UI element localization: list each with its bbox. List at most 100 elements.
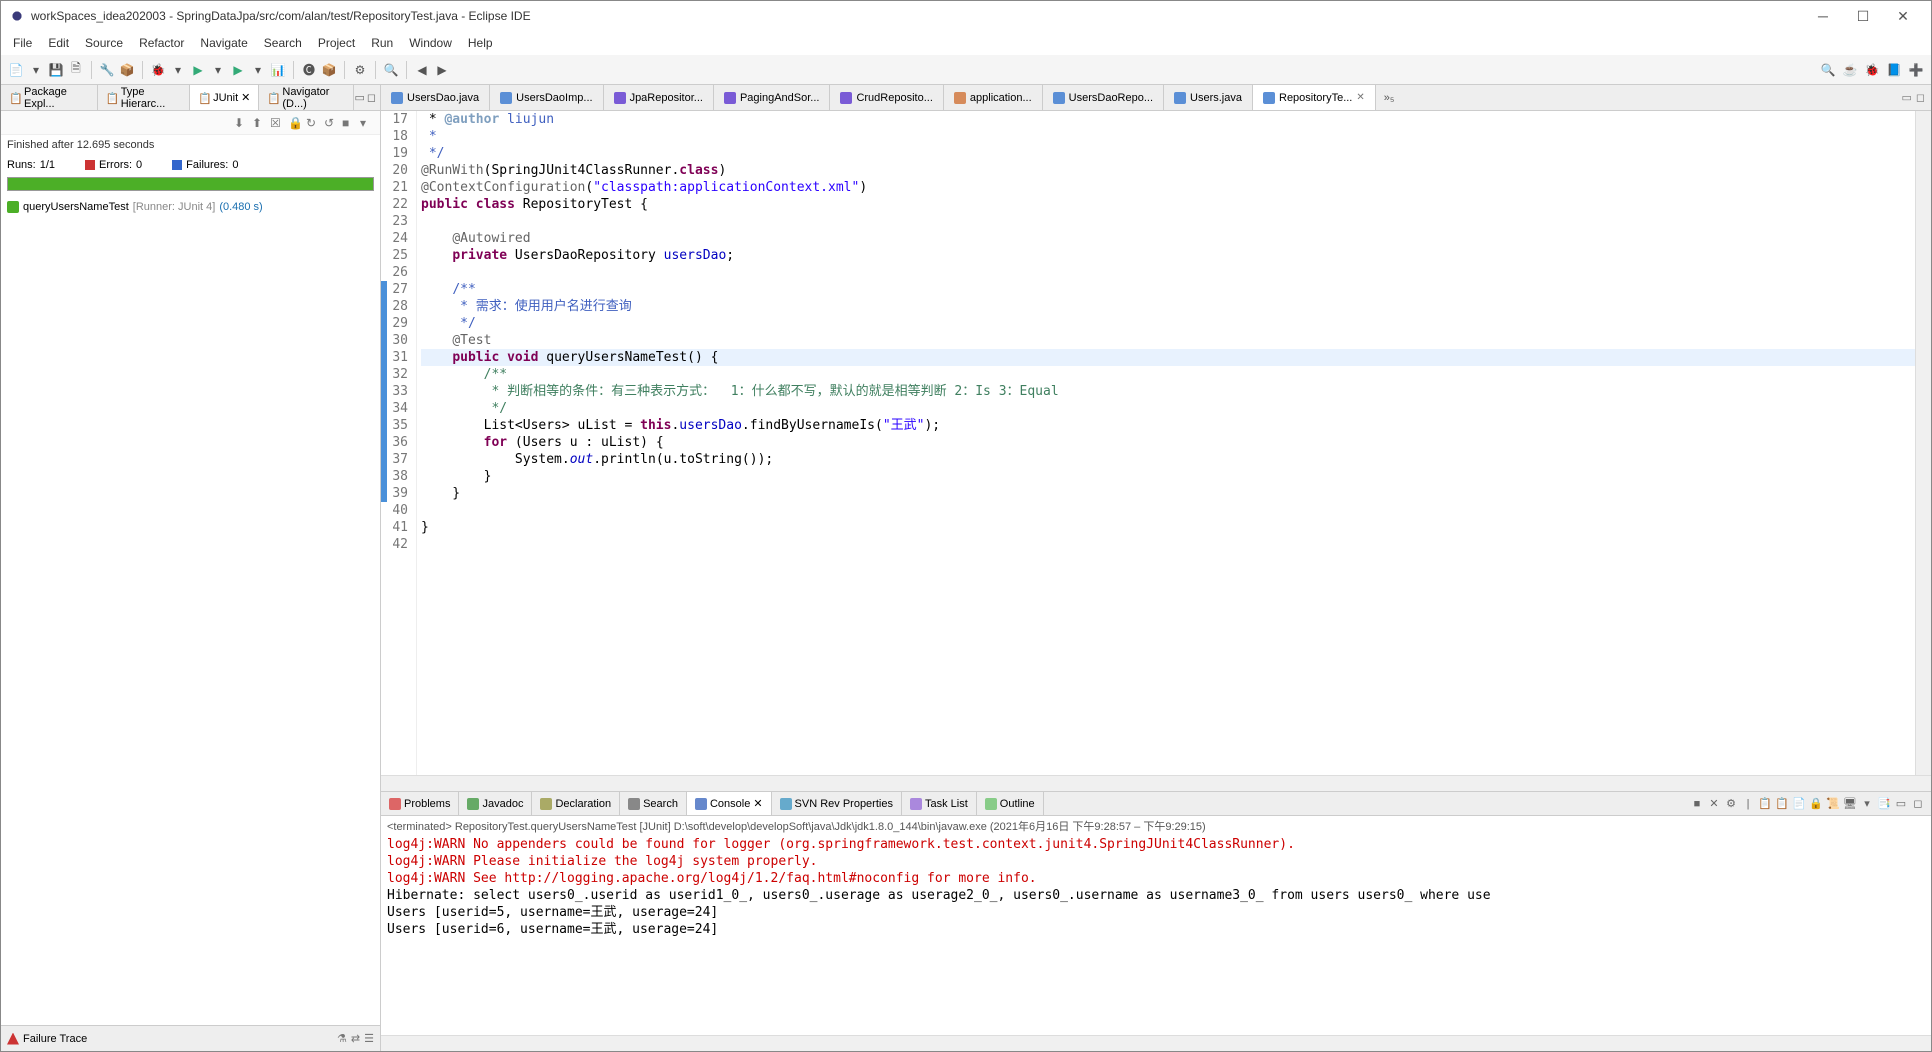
code-line[interactable]: @ContextConfiguration("classpath:applica… bbox=[421, 179, 1915, 196]
perspective-java-icon[interactable]: ☕ bbox=[1841, 61, 1859, 79]
bottom-tab[interactable]: Problems bbox=[381, 792, 459, 815]
code-line[interactable]: } bbox=[421, 468, 1915, 485]
new-package-button[interactable]: 📦 bbox=[320, 61, 338, 79]
code-line[interactable]: * @author liujun bbox=[421, 111, 1915, 128]
code-line[interactable]: @RunWith(SpringJUnit4ClassRunner.class) bbox=[421, 162, 1915, 179]
stop-icon[interactable]: ■ bbox=[342, 116, 356, 130]
editor-tab[interactable]: RepositoryTe...✕ bbox=[1253, 85, 1376, 110]
package-button[interactable]: 📦 bbox=[118, 61, 136, 79]
quick-access-icon[interactable]: 🔍 bbox=[1819, 61, 1837, 79]
new-class-button[interactable]: 🅒 bbox=[300, 61, 318, 79]
perspective-svn-icon[interactable]: 📘 bbox=[1885, 61, 1903, 79]
editor-tab[interactable]: UsersDaoImp... bbox=[490, 85, 603, 110]
rerun-fail-icon[interactable]: ↺ bbox=[324, 116, 338, 130]
editor-tab[interactable]: Users.java bbox=[1164, 85, 1253, 110]
menu-edit[interactable]: Edit bbox=[40, 36, 77, 50]
close-icon[interactable]: ✕ bbox=[241, 91, 250, 104]
console-toolbar-button[interactable]: ▾ bbox=[1860, 797, 1874, 811]
maximize-button[interactable]: ☐ bbox=[1843, 8, 1883, 25]
horizontal-scrollbar[interactable] bbox=[381, 775, 1931, 791]
console-toolbar-button[interactable]: 📑 bbox=[1877, 797, 1891, 811]
bottom-tab[interactable]: Search bbox=[620, 792, 687, 815]
trace-menu-icon[interactable]: ☰ bbox=[364, 1032, 374, 1045]
console-toolbar-button[interactable]: ▭ bbox=[1894, 797, 1908, 811]
code-editor[interactable]: 1718192021222324252627282930313233343536… bbox=[381, 111, 1931, 775]
menu-window[interactable]: Window bbox=[401, 36, 460, 50]
menu-navigate[interactable]: Navigate bbox=[192, 36, 255, 50]
bottom-tab[interactable]: Declaration bbox=[532, 792, 620, 815]
bottom-tab[interactable]: Outline bbox=[977, 792, 1044, 815]
console-toolbar-button[interactable]: 🖥 bbox=[1843, 797, 1857, 811]
code-area[interactable]: * @author liujun * */@RunWith(SpringJUni… bbox=[417, 111, 1915, 775]
code-line[interactable] bbox=[421, 536, 1915, 553]
console-toolbar-button[interactable]: ⚙ bbox=[1724, 797, 1738, 811]
menu-run[interactable]: Run bbox=[363, 36, 401, 50]
code-line[interactable] bbox=[421, 213, 1915, 230]
console-toolbar-button[interactable]: 📋 bbox=[1758, 797, 1772, 811]
code-line[interactable]: * 需求：使用用户名进行查询 bbox=[421, 298, 1915, 315]
menu-source[interactable]: Source bbox=[77, 36, 131, 50]
editor-tab[interactable]: UsersDao.java bbox=[381, 85, 490, 110]
console-toolbar-button[interactable]: 📜 bbox=[1826, 797, 1840, 811]
scroll-lock-icon[interactable]: 🔒 bbox=[288, 116, 302, 130]
close-icon[interactable]: ✕ bbox=[753, 797, 762, 810]
code-line[interactable]: List<Users> uList = this.usersDao.findBy… bbox=[421, 417, 1915, 434]
menu-project[interactable]: Project bbox=[310, 36, 363, 50]
console-toolbar-button[interactable]: 🔒 bbox=[1809, 797, 1823, 811]
coverage-button[interactable]: 📊 bbox=[269, 61, 287, 79]
console-scrollbar[interactable] bbox=[381, 1035, 1931, 1051]
dropdown-icon[interactable]: ▾ bbox=[27, 61, 45, 79]
console-output[interactable]: log4j:WARN No appenders could be found f… bbox=[381, 836, 1931, 1035]
minimize-view-icon[interactable]: ▭ bbox=[354, 91, 364, 104]
bottom-tab[interactable]: SVN Rev Properties bbox=[772, 792, 902, 815]
close-button[interactable]: ✕ bbox=[1883, 8, 1923, 25]
perspective-open-icon[interactable]: ➕ bbox=[1907, 61, 1925, 79]
minimize-button[interactable]: ─ bbox=[1803, 8, 1843, 24]
editor-tab[interactable]: UsersDaoRepo... bbox=[1043, 85, 1164, 110]
menu-search[interactable]: Search bbox=[256, 36, 310, 50]
editor-tab[interactable]: CrudReposito... bbox=[830, 85, 943, 110]
new-button[interactable]: 📄 bbox=[7, 61, 25, 79]
perspective-debug-icon[interactable]: 🐞 bbox=[1863, 61, 1881, 79]
junit-test-tree[interactable]: queryUsersNameTest [Runner: JUnit 4] (0.… bbox=[1, 197, 380, 1025]
view-tab[interactable]: 📋Type Hierarc... bbox=[98, 85, 190, 110]
console-toolbar-button[interactable]: ■ bbox=[1690, 797, 1704, 811]
more-tabs-icon[interactable]: »₅ bbox=[1376, 92, 1403, 104]
debug-button[interactable]: 🐞 bbox=[149, 61, 167, 79]
code-line[interactable] bbox=[421, 264, 1915, 281]
rerun-icon[interactable]: ↻ bbox=[306, 116, 320, 130]
dropdown-icon[interactable]: ▾ bbox=[169, 61, 187, 79]
editor-tab[interactable]: application... bbox=[944, 85, 1043, 110]
run-last-button[interactable]: ▶ bbox=[229, 61, 247, 79]
bottom-tab[interactable]: Task List bbox=[902, 792, 977, 815]
console-toolbar-button[interactable]: 📋 bbox=[1775, 797, 1789, 811]
code-line[interactable]: System.out.println(u.toString()); bbox=[421, 451, 1915, 468]
history-icon[interactable]: ▾ bbox=[360, 116, 374, 130]
minimize-editor-icon[interactable]: ▭ bbox=[1901, 91, 1911, 104]
editor-tab[interactable]: JpaRepositor... bbox=[604, 85, 714, 110]
bottom-tab[interactable]: Javadoc bbox=[459, 792, 532, 815]
code-line[interactable]: } bbox=[421, 519, 1915, 536]
view-tab[interactable]: 📋Navigator (D...) bbox=[259, 85, 354, 110]
forward-button[interactable]: ▶ bbox=[433, 61, 451, 79]
code-line[interactable]: private UsersDaoRepository usersDao; bbox=[421, 247, 1915, 264]
console-toolbar-button[interactable]: ✕ bbox=[1707, 797, 1721, 811]
code-line[interactable]: public void queryUsersNameTest() { bbox=[421, 349, 1915, 366]
toggle-button[interactable]: ⚙ bbox=[351, 61, 369, 79]
code-line[interactable]: public class RepositoryTest { bbox=[421, 196, 1915, 213]
code-line[interactable]: @Autowired bbox=[421, 230, 1915, 247]
maximize-editor-icon[interactable]: ◻ bbox=[1916, 91, 1925, 104]
editor-tab[interactable]: PagingAndSor... bbox=[714, 85, 831, 110]
view-tab[interactable]: 📋Package Expl... bbox=[1, 85, 98, 110]
save-all-button[interactable]: 🗎 bbox=[67, 61, 85, 79]
code-line[interactable]: for (Users u : uList) { bbox=[421, 434, 1915, 451]
view-tab[interactable]: 📋JUnit ✕ bbox=[190, 85, 259, 110]
compare-icon[interactable]: ⇄ bbox=[351, 1032, 360, 1045]
code-line[interactable]: /** bbox=[421, 281, 1915, 298]
code-line[interactable]: } bbox=[421, 485, 1915, 502]
console-toolbar-button[interactable]: ◻ bbox=[1911, 797, 1925, 811]
code-line[interactable]: @Test bbox=[421, 332, 1915, 349]
code-line[interactable] bbox=[421, 502, 1915, 519]
dropdown-icon[interactable]: ▾ bbox=[209, 61, 227, 79]
vertical-scrollbar[interactable] bbox=[1915, 111, 1931, 775]
